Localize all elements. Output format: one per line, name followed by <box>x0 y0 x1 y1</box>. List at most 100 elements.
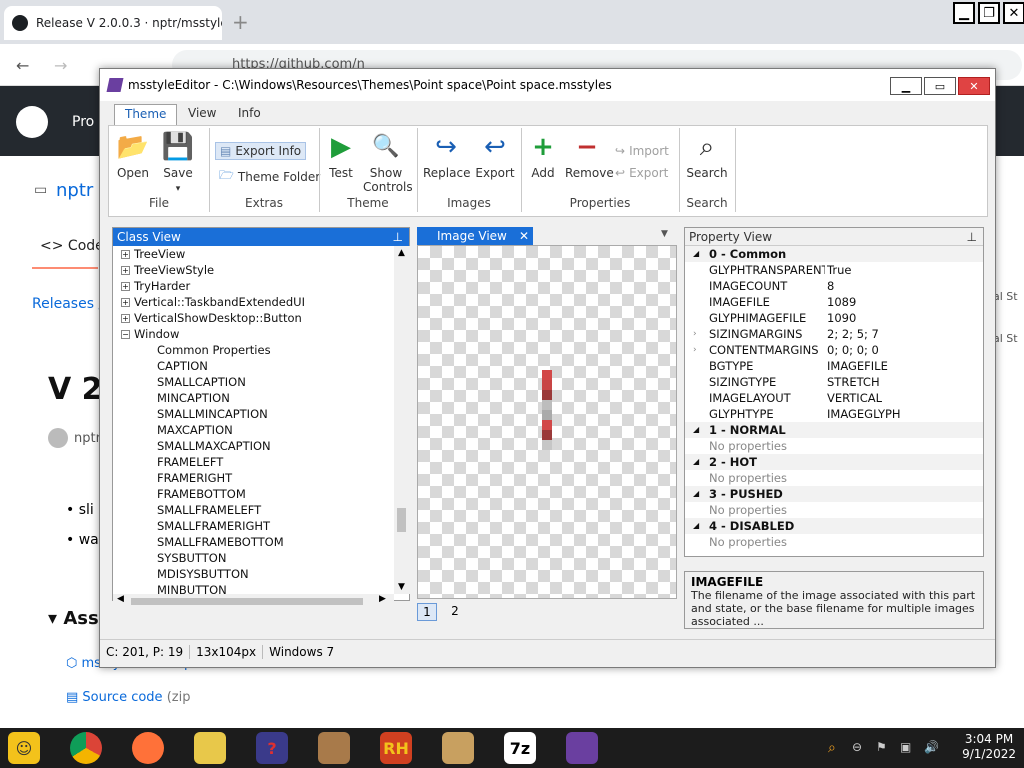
replace-button[interactable]: ↪ Replace <box>423 132 470 180</box>
tree-child[interactable]: SMALLCAPTION <box>113 374 393 390</box>
clock[interactable]: 3:04 PM 9/1/2022 <box>962 732 1016 762</box>
minimize-icon[interactable]: ▁ <box>953 2 975 24</box>
tree-child[interactable]: SMALLMINCAPTION <box>113 406 393 422</box>
test-button[interactable]: ▶ Test <box>323 132 359 180</box>
export-info-button[interactable]: ▤ Export Info <box>215 142 307 160</box>
collapse-icon[interactable]: ◢ <box>693 518 699 534</box>
property-row[interactable]: BGTYPE IMAGEFILE <box>685 358 983 374</box>
collapse-icon[interactable]: − <box>121 330 130 339</box>
tab-view[interactable]: View <box>178 104 226 125</box>
property-category[interactable]: ◢ 0 - Common <box>685 246 983 262</box>
tree-child[interactable]: SMALLFRAMEBOTTOM <box>113 534 393 550</box>
tree-child[interactable]: MDISYSBUTTON <box>113 566 393 582</box>
asset-source-link[interactable]: ▤ Source code (zip <box>66 690 190 705</box>
tree-child[interactable]: FRAMEBOTTOM <box>113 486 393 502</box>
tree-child[interactable]: FRAMERIGHT <box>113 470 393 486</box>
tree-child[interactable]: MAXCAPTION <box>113 422 393 438</box>
tree-child[interactable]: SMALLMAXCAPTION <box>113 438 393 454</box>
archive-icon[interactable] <box>318 732 350 764</box>
expand-icon[interactable]: + <box>121 314 130 323</box>
property-category[interactable]: ◢ 4 - DISABLED <box>685 518 983 534</box>
export-property-button[interactable]: ↩ Export <box>615 166 668 180</box>
tree-child[interactable]: FRAMELEFT <box>113 454 393 470</box>
tray-icon[interactable]: ⊖ <box>852 740 862 754</box>
tree-child[interactable]: CAPTION <box>113 358 393 374</box>
tree-child[interactable]: Common Properties <box>113 342 393 358</box>
scroll-right-icon[interactable]: ▶ <box>379 594 386 604</box>
assets-heading[interactable]: ▾ Ass <box>48 608 99 629</box>
scroll-left-icon[interactable]: ◀ <box>117 594 124 604</box>
property-row[interactable]: › CONTENTMARGINS 0; 0; 0; 0 <box>685 342 983 358</box>
save-button[interactable]: 💾 Save ▾ <box>157 132 199 194</box>
collapse-icon[interactable]: ◢ <box>693 422 699 438</box>
tree-node[interactable]: + TreeViewStyle <box>113 262 393 278</box>
close-button[interactable]: ✕ <box>958 77 990 95</box>
image-view-tab[interactable]: Image View ✕ <box>417 227 533 245</box>
tab-theme[interactable]: Theme <box>114 104 178 125</box>
new-tab-icon[interactable]: + <box>232 10 249 34</box>
avatar[interactable] <box>48 428 68 448</box>
property-row[interactable]: IMAGELAYOUT VERTICAL <box>685 390 983 406</box>
show-controls-button[interactable]: 🔍 Show Controls <box>363 132 413 195</box>
tree-node[interactable]: + Vertical::TaskbandExtendedUI <box>113 294 393 310</box>
property-row[interactable]: IMAGEFILE 1089 <box>685 294 983 310</box>
property-grid[interactable]: ◢ 0 - Common GLYPHTRANSPARENT True IMAGECOUN… <box>685 246 983 550</box>
tab-dropdown-icon[interactable]: ▼ <box>661 229 668 239</box>
pin-icon[interactable]: ⊥ <box>967 228 983 246</box>
class-tree[interactable]: + TreeView + TreeViewStyle + TryHarder + Vertic… <box>113 246 393 596</box>
property-row[interactable]: IMAGECOUNT 8 <box>685 278 983 294</box>
property-category[interactable]: ◢ 1 - NORMAL <box>685 422 983 438</box>
flag-icon[interactable]: ⚑ <box>876 740 887 754</box>
paint-icon[interactable] <box>442 732 474 764</box>
import-property-button[interactable]: ↪ Import <box>615 144 669 158</box>
property-row[interactable]: SIZINGTYPE STRETCH <box>685 374 983 390</box>
minimize-button[interactable]: ▁ <box>890 77 922 95</box>
tree-node[interactable]: − Window <box>113 326 393 342</box>
expand-icon[interactable]: + <box>121 282 130 291</box>
author-name[interactable]: nptr <box>74 431 101 446</box>
tree-node[interactable]: + VerticalShowDesktop::Button <box>113 310 393 326</box>
expand-icon[interactable]: › <box>693 342 697 358</box>
expand-icon[interactable]: + <box>121 250 130 259</box>
start-icon[interactable]: ☺ <box>8 732 40 764</box>
chrome-icon[interactable] <box>70 732 102 764</box>
h-scroll-thumb[interactable] <box>131 598 363 605</box>
tree-child[interactable]: SYSBUTTON <box>113 550 393 566</box>
volume-icon[interactable]: 🔊 <box>924 740 939 754</box>
vertical-scrollbar[interactable]: ▲ ▼ <box>394 246 410 594</box>
help-icon[interactable]: ? <box>256 732 288 764</box>
resource-hacker-icon[interactable]: RH <box>380 732 412 764</box>
browser-tab[interactable]: Release V 2.0.0.3 · nptr/msstyleE ✕ <box>4 6 222 40</box>
close-tab-icon[interactable]: ✕ <box>519 227 529 245</box>
property-category[interactable]: ◢ 2 - HOT <box>685 454 983 470</box>
add-property-button[interactable]: + Add <box>525 132 561 180</box>
folder-icon[interactable] <box>194 732 226 764</box>
scroll-up-icon[interactable]: ▲ <box>398 248 405 258</box>
tree-child[interactable]: SMALLFRAMELEFT <box>113 502 393 518</box>
back-icon[interactable]: ← <box>16 56 29 75</box>
title-bar[interactable]: msstyleEditor - C:\Windows\Resources\The… <box>100 69 995 101</box>
repo-name[interactable]: nptr <box>56 180 93 201</box>
image-canvas[interactable] <box>417 245 677 599</box>
firefox-icon[interactable] <box>132 732 164 764</box>
tree-child[interactable]: MINCAPTION <box>113 390 393 406</box>
releases-breadcrumb[interactable]: Releases / <box>32 296 103 312</box>
restore-icon[interactable]: ❐ <box>978 2 1000 24</box>
property-category[interactable]: ◢ 3 - PUSHED <box>685 486 983 502</box>
tree-node[interactable]: + TreeView <box>113 246 393 262</box>
close-icon[interactable]: ✕ <box>1003 2 1024 24</box>
forward-icon[interactable]: → <box>54 56 67 75</box>
tree-child[interactable]: SMALLFRAMERIGHT <box>113 518 393 534</box>
property-row[interactable]: GLYPHTYPE IMAGEGLYPH <box>685 406 983 422</box>
remove-property-button[interactable]: − Remove <box>565 132 614 180</box>
collapse-icon[interactable]: ◢ <box>693 454 699 470</box>
page-1-button[interactable]: 1 <box>417 603 437 621</box>
tab-info[interactable]: Info <box>228 104 271 125</box>
open-button[interactable]: 📂 Open <box>113 132 153 180</box>
scroll-thumb[interactable] <box>397 508 406 532</box>
property-row[interactable]: GLYPHIMAGEFILE 1090 <box>685 310 983 326</box>
sevenzip-icon[interactable]: 7z <box>504 732 536 764</box>
page-2-button[interactable]: 2 <box>445 603 465 621</box>
code-tab[interactable]: <> Code <box>40 238 104 254</box>
github-logo-icon[interactable] <box>16 106 48 138</box>
